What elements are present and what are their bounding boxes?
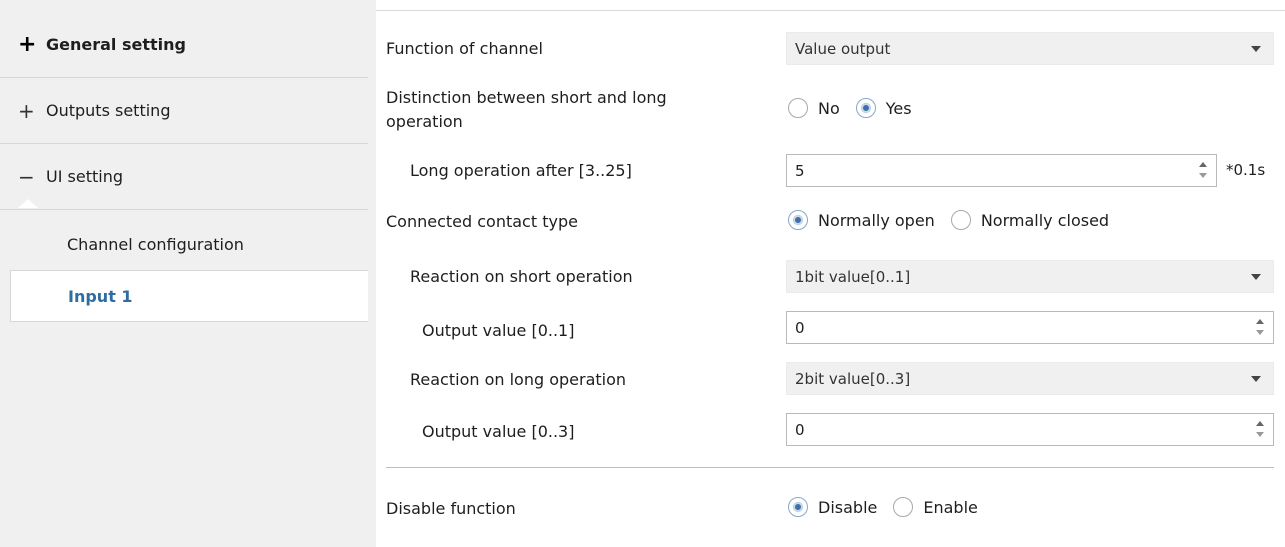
connected-contact-type-label: Connected contact type bbox=[386, 212, 578, 231]
distinction-no-radio[interactable] bbox=[788, 98, 808, 118]
reaction-long-value: 2bit value[0..3] bbox=[795, 369, 911, 388]
enable-label[interactable]: Enable bbox=[923, 498, 978, 517]
enable-radio[interactable] bbox=[893, 497, 914, 517]
output-value-long-value: 0 bbox=[795, 420, 805, 439]
disable-function-radio-group: Disable Enable bbox=[788, 497, 994, 517]
long-operation-after-label: Long operation after [3..25] bbox=[410, 161, 632, 180]
reaction-short-label: Reaction on short operation bbox=[410, 267, 633, 286]
output-value-short-label: Output value [0..1] bbox=[422, 321, 575, 340]
distinction-label-line2: operation bbox=[386, 112, 463, 131]
top-divider bbox=[376, 10, 1285, 11]
output-value-short-value: 0 bbox=[795, 318, 805, 337]
spinner-arrows-icon[interactable] bbox=[1255, 420, 1265, 440]
distinction-yes-label[interactable]: Yes bbox=[886, 99, 912, 118]
sidebar-item-outputs-setting[interactable]: + Outputs setting bbox=[0, 78, 368, 144]
sidebar-item-label: UI setting bbox=[46, 167, 123, 186]
sidebar-item-general-setting[interactable]: + General setting bbox=[0, 12, 368, 78]
dropdown-arrow-icon bbox=[1251, 376, 1261, 382]
section-divider bbox=[386, 467, 1274, 468]
sidebar-item-label: General setting bbox=[46, 35, 186, 54]
sidebar-item-label: Outputs setting bbox=[46, 101, 171, 120]
dropdown-arrow-icon bbox=[1251, 274, 1261, 280]
normally-open-label[interactable]: Normally open bbox=[818, 211, 935, 230]
normally-open-radio[interactable] bbox=[788, 210, 808, 230]
output-value-long-input[interactable]: 0 bbox=[786, 413, 1274, 446]
spinner-arrows-icon[interactable] bbox=[1198, 161, 1208, 181]
dropdown-arrow-icon bbox=[1251, 46, 1261, 52]
sidebar-item-ui-setting[interactable]: − UI setting bbox=[0, 144, 368, 210]
function-of-channel-value: Value output bbox=[795, 39, 891, 58]
reaction-short-value: 1bit value[0..1] bbox=[795, 267, 911, 286]
normally-closed-label[interactable]: Normally closed bbox=[981, 211, 1109, 230]
tree-notch bbox=[18, 199, 38, 208]
panel-divider bbox=[368, 0, 376, 547]
disable-radio[interactable] bbox=[788, 497, 808, 517]
sidebar-subitem-label: Input 1 bbox=[68, 286, 133, 306]
function-of-channel-label: Function of channel bbox=[386, 39, 543, 58]
collapse-minus-icon: − bbox=[18, 164, 35, 189]
disable-function-label: Disable function bbox=[386, 499, 516, 518]
sidebar-subitem-label: Channel configuration bbox=[67, 234, 244, 254]
expand-plus-icon: + bbox=[18, 31, 37, 57]
contact-type-radio-group: Normally open Normally closed bbox=[788, 210, 1125, 230]
distinction-radio-group: No Yes bbox=[788, 98, 928, 118]
expand-plus-icon: + bbox=[18, 98, 35, 123]
output-value-short-input[interactable]: 0 bbox=[786, 311, 1274, 344]
sidebar-subitem-input-1[interactable]: Input 1 bbox=[10, 270, 368, 322]
long-operation-after-value: 5 bbox=[795, 161, 805, 180]
reaction-long-select[interactable]: 2bit value[0..3] bbox=[786, 362, 1274, 395]
distinction-no-label[interactable]: No bbox=[818, 99, 840, 118]
normally-closed-radio[interactable] bbox=[950, 210, 971, 230]
distinction-label-line1: Distinction between short and long bbox=[386, 88, 667, 107]
reaction-short-select[interactable]: 1bit value[0..1] bbox=[786, 260, 1274, 293]
distinction-yes-radio[interactable] bbox=[855, 98, 876, 118]
reaction-long-label: Reaction on long operation bbox=[410, 370, 627, 389]
function-of-channel-select[interactable]: Value output bbox=[786, 32, 1274, 65]
long-operation-after-input[interactable]: 5 bbox=[786, 154, 1217, 187]
long-operation-unit: *0.1s bbox=[1226, 161, 1266, 179]
spinner-arrows-icon[interactable] bbox=[1255, 318, 1265, 338]
output-value-long-label: Output value [0..3] bbox=[422, 422, 575, 441]
disable-label[interactable]: Disable bbox=[818, 498, 877, 517]
sidebar-subitem-channel-configuration[interactable]: Channel configuration bbox=[10, 218, 368, 270]
